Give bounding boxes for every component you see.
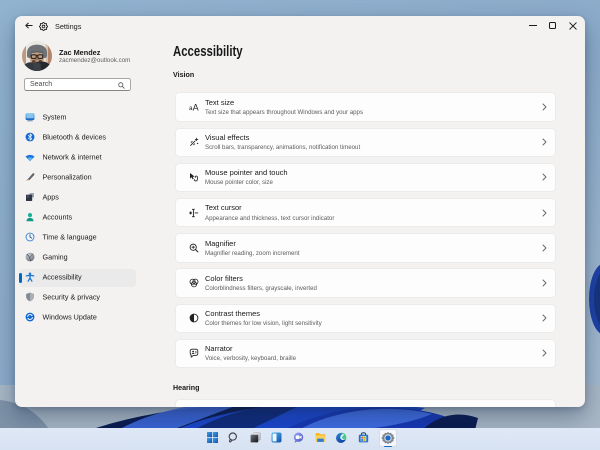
svg-text:A: A: [193, 102, 199, 112]
